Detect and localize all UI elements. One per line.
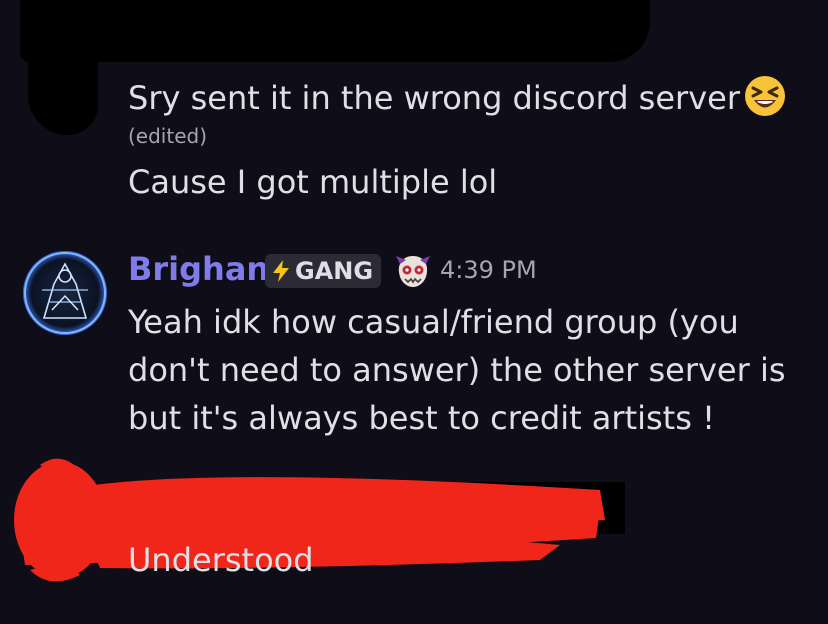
server-tag-label: GANG bbox=[295, 257, 374, 285]
redaction-bar-top-edge bbox=[28, 40, 98, 135]
edited-label: (edited) bbox=[128, 124, 208, 148]
creature-badge-icon bbox=[396, 256, 430, 287]
server-tag[interactable]: GANG bbox=[265, 254, 382, 288]
message-text: Yeah idk how casual/friend group (you do… bbox=[128, 303, 786, 437]
username[interactable]: Brighan bbox=[128, 250, 269, 288]
message-text: Understood bbox=[128, 541, 314, 579]
redaction-bar-top bbox=[20, 0, 650, 62]
lightning-icon bbox=[273, 260, 289, 282]
message-text: Sry sent it in the wrong discord server bbox=[128, 79, 740, 117]
user-avatar[interactable] bbox=[22, 250, 108, 336]
laughing-squint-emoji-icon bbox=[745, 76, 785, 116]
message-timestamp: 4:39 PM bbox=[440, 256, 537, 284]
red-scribble-redaction bbox=[14, 458, 605, 582]
message-text: Cause I got multiple lol bbox=[128, 163, 498, 201]
